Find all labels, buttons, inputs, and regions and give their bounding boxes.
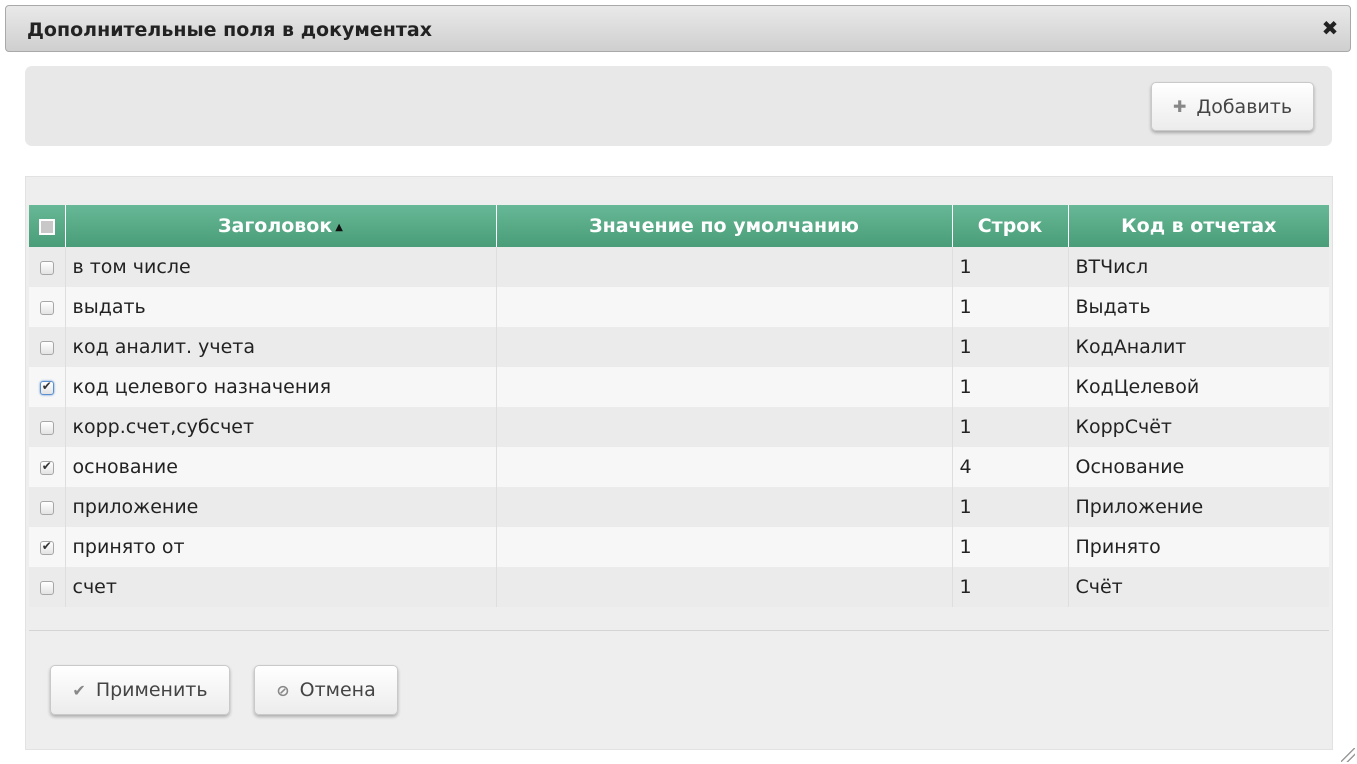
- dialog-titlebar[interactable]: Дополнительные поля в документах ✖: [5, 5, 1351, 52]
- select-all-header[interactable]: [29, 205, 66, 247]
- cell-default-value: [496, 527, 953, 567]
- row-select-cell: [29, 367, 66, 407]
- row-select-cell: [29, 527, 66, 567]
- table-row[interactable]: приложение 1 Приложение: [29, 487, 1329, 527]
- cell-title: принято от: [65, 527, 497, 567]
- column-header-default-value[interactable]: Значение по умолчанию: [496, 205, 953, 247]
- cell-title: выдать: [65, 287, 497, 327]
- row-checkbox[interactable]: [39, 580, 54, 595]
- table-row[interactable]: принято от 1Принято: [29, 527, 1329, 567]
- column-header-report-code[interactable]: Код в отчетах: [1068, 205, 1329, 247]
- cancel-button-label: Отмена: [299, 679, 376, 701]
- table-row[interactable]: код целевого назначения 1КодЦелевой: [29, 367, 1329, 407]
- apply-button[interactable]: ✔ Применить: [50, 665, 230, 715]
- cell-title: счет: [65, 567, 497, 607]
- sort-ascending-icon: ▲: [335, 222, 343, 233]
- column-lines-label: Строк: [977, 215, 1043, 237]
- select-all-checkbox[interactable]: [38, 218, 55, 235]
- checkmark-icon: ✔: [72, 680, 86, 700]
- row-checkbox[interactable]: [39, 379, 54, 395]
- row-select-cell: [29, 487, 66, 527]
- resize-grip-icon[interactable]: [1341, 748, 1355, 762]
- cell-report-code: Счёт: [1068, 567, 1329, 607]
- cell-default-value: [496, 287, 953, 327]
- cell-report-code: КодЦелевой: [1068, 367, 1329, 407]
- cell-report-code: КоррСчёт: [1068, 407, 1329, 447]
- row-select-cell: [29, 247, 66, 287]
- column-report-code-label: Код в отчетах: [1121, 215, 1277, 237]
- grid-header-row: Заголовок ▲ Значение по умолчанию Строк К…: [29, 205, 1329, 247]
- toolbar: ✚ Добавить: [25, 66, 1332, 146]
- table-row[interactable]: счет 1 Счёт: [29, 567, 1329, 607]
- grid-body: в том числе 1 ВТЧисл выдать 1 Выдать код анали…: [29, 247, 1329, 607]
- row-checkbox[interactable]: [39, 420, 54, 435]
- add-button-label: Добавить: [1196, 95, 1293, 118]
- row-checkbox[interactable]: [39, 500, 54, 515]
- cell-lines: 1: [952, 327, 1069, 367]
- table-row[interactable]: в том числе 1 ВТЧисл: [29, 247, 1329, 287]
- cell-report-code: КодАналит: [1068, 327, 1329, 367]
- cell-title: корр.счет,субсчет: [65, 407, 497, 447]
- cell-lines: 1: [952, 567, 1069, 607]
- row-select-cell: [29, 287, 66, 327]
- cell-default-value: [496, 567, 953, 607]
- row-checkbox[interactable]: [39, 459, 54, 475]
- fields-panel: Заголовок ▲ Значение по умолчанию Строк К…: [25, 176, 1333, 750]
- cell-lines: 4: [952, 447, 1069, 487]
- column-default-value-label: Значение по умолчанию: [589, 215, 859, 237]
- cell-default-value: [496, 367, 953, 407]
- apply-button-label: Применить: [95, 679, 208, 701]
- column-header-title[interactable]: Заголовок ▲: [65, 205, 497, 247]
- cell-lines: 1: [952, 407, 1069, 447]
- row-select-cell: [29, 407, 66, 447]
- row-select-cell: [29, 327, 66, 367]
- cell-report-code: Основание: [1068, 447, 1329, 487]
- cancel-button[interactable]: ⊘ Отмена: [254, 665, 398, 715]
- cell-default-value: [496, 447, 953, 487]
- row-select-cell: [29, 567, 66, 607]
- column-header-lines[interactable]: Строк: [952, 205, 1069, 247]
- ban-icon: ⊘: [276, 680, 290, 700]
- cell-default-value: [496, 247, 953, 287]
- cell-report-code: Выдать: [1068, 287, 1329, 327]
- cell-default-value: [496, 407, 953, 447]
- cell-default-value: [496, 487, 953, 527]
- footer-divider: [29, 630, 1329, 631]
- cell-lines: 1: [952, 487, 1069, 527]
- add-button[interactable]: ✚ Добавить: [1151, 82, 1314, 131]
- table-row[interactable]: основание 4Основание: [29, 447, 1329, 487]
- row-select-cell: [29, 447, 66, 487]
- row-checkbox[interactable]: [39, 300, 54, 315]
- cell-title: код аналит. учета: [65, 327, 497, 367]
- cell-title: основание: [65, 447, 497, 487]
- cell-default-value: [496, 327, 953, 367]
- plus-icon: ✚: [1172, 97, 1187, 116]
- cell-title: приложение: [65, 487, 497, 527]
- cell-title: код целевого назначения: [65, 367, 497, 407]
- cell-title: в том числе: [65, 247, 497, 287]
- cell-lines: 1: [952, 287, 1069, 327]
- row-checkbox[interactable]: [39, 539, 54, 555]
- row-checkbox[interactable]: [39, 340, 54, 355]
- cell-lines: 1: [952, 247, 1069, 287]
- cell-report-code: Принято: [1068, 527, 1329, 567]
- table-row[interactable]: код аналит. учета 1 КодАналит: [29, 327, 1329, 367]
- table-row[interactable]: выдать 1 Выдать: [29, 287, 1329, 327]
- cell-report-code: Приложение: [1068, 487, 1329, 527]
- cell-report-code: ВТЧисл: [1068, 247, 1329, 287]
- fields-grid: Заголовок ▲ Значение по умолчанию Строк К…: [29, 205, 1329, 607]
- cell-lines: 1: [952, 367, 1069, 407]
- close-icon[interactable]: ✖: [1319, 17, 1341, 39]
- dialog-title: Дополнительные поля в документах: [27, 19, 433, 41]
- cell-lines: 1: [952, 527, 1069, 567]
- column-title-label: Заголовок: [218, 215, 333, 237]
- row-checkbox[interactable]: [39, 260, 54, 275]
- table-row[interactable]: корр.счет,субсчет 1 КоррСчёт: [29, 407, 1329, 447]
